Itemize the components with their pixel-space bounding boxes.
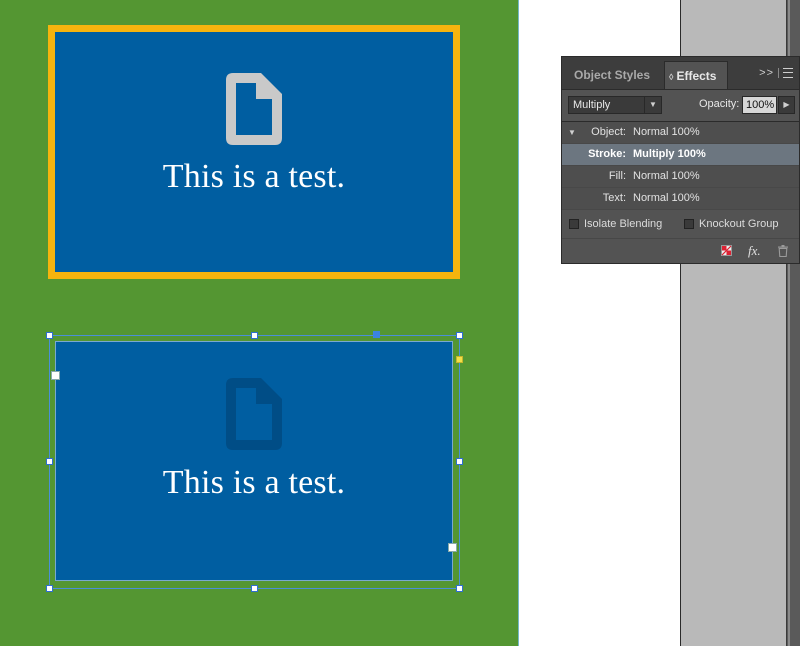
panel-tab-bar: Object Styles ◊ Effects >> (562, 57, 799, 90)
isolate-blending-label: Isolate Blending (584, 218, 663, 230)
row-value: Normal 100% (633, 170, 700, 182)
resize-handle-top-right[interactable] (456, 332, 463, 339)
resize-handle-top-left[interactable] (46, 332, 53, 339)
opacity-slider-button[interactable]: ▶ (778, 96, 795, 114)
frame-text[interactable]: This is a test. (55, 158, 453, 196)
frame-corner-handle[interactable] (448, 543, 457, 552)
document-icon (226, 73, 282, 145)
resize-handle-bottom-right[interactable] (456, 585, 463, 592)
tab-effects-label: Effects (676, 69, 717, 83)
resize-handle-bottom-center[interactable] (251, 585, 258, 592)
resize-handle-middle-right[interactable] (456, 458, 463, 465)
resize-handle-bottom-left[interactable] (46, 585, 53, 592)
blending-options: Isolate Blending Knockout Group (562, 210, 799, 240)
knockout-group-checkbox[interactable] (684, 219, 694, 229)
content-grabber-handle[interactable] (373, 331, 380, 338)
dropdown-arrow-icon: ▼ (644, 97, 661, 113)
blend-controls: Multiply ▼ Opacity: 100% ▶ (562, 90, 799, 121)
resize-handle-top-center[interactable] (251, 332, 258, 339)
selection-bounding-box (49, 335, 460, 589)
tab-toggle-icon: ◊ (669, 72, 674, 82)
row-label: Fill: (608, 170, 626, 182)
isolate-blending-checkbox[interactable] (569, 219, 579, 229)
frame-corner-handle[interactable] (51, 371, 60, 380)
effect-row-object[interactable]: ▼ Object: Normal 100% (562, 122, 799, 144)
row-value: Multiply 100% (633, 148, 706, 160)
tab-object-styles[interactable]: Object Styles (567, 61, 664, 89)
row-label: Stroke: (588, 148, 626, 160)
row-value: Normal 100% (633, 192, 700, 204)
row-label: Text: (602, 192, 626, 204)
effect-row-stroke[interactable]: Stroke: Multiply 100% (562, 144, 799, 166)
collapse-panel-icon[interactable]: >> (759, 67, 774, 79)
effect-row-text[interactable]: Text: Normal 100% (562, 188, 799, 210)
row-label: Object: (591, 126, 626, 138)
effects-panel: Object Styles ◊ Effects >> Multiply ▼ Opa… (561, 56, 800, 264)
tab-effects[interactable]: ◊ Effects (664, 61, 728, 89)
blend-mode-value: Multiply (573, 99, 611, 111)
panel-menu-icon[interactable] (783, 68, 793, 79)
blend-mode-select[interactable]: Multiply ▼ (568, 96, 662, 114)
resize-handle-middle-left[interactable] (46, 458, 53, 465)
row-value: Normal 100% (633, 126, 700, 138)
panel-footer: fx. (562, 238, 799, 263)
live-corner-handle[interactable] (456, 356, 463, 363)
effect-target-list: ▼ Object: Normal 100% Stroke: Multiply 1… (562, 121, 799, 210)
text-frame-top[interactable]: This is a test. (48, 25, 460, 279)
fx-icon[interactable]: fx. (748, 243, 761, 259)
knockout-group-label: Knockout Group (699, 218, 779, 230)
opacity-input[interactable]: 100% (742, 96, 777, 114)
effect-row-fill[interactable]: Fill: Normal 100% (562, 166, 799, 188)
clear-effects-icon[interactable] (721, 245, 732, 256)
disclosure-triangle-icon[interactable]: ▼ (568, 122, 576, 143)
panel-header-controls: >> (759, 67, 793, 79)
opacity-label: Opacity: (699, 98, 740, 110)
trash-icon[interactable] (778, 245, 788, 257)
